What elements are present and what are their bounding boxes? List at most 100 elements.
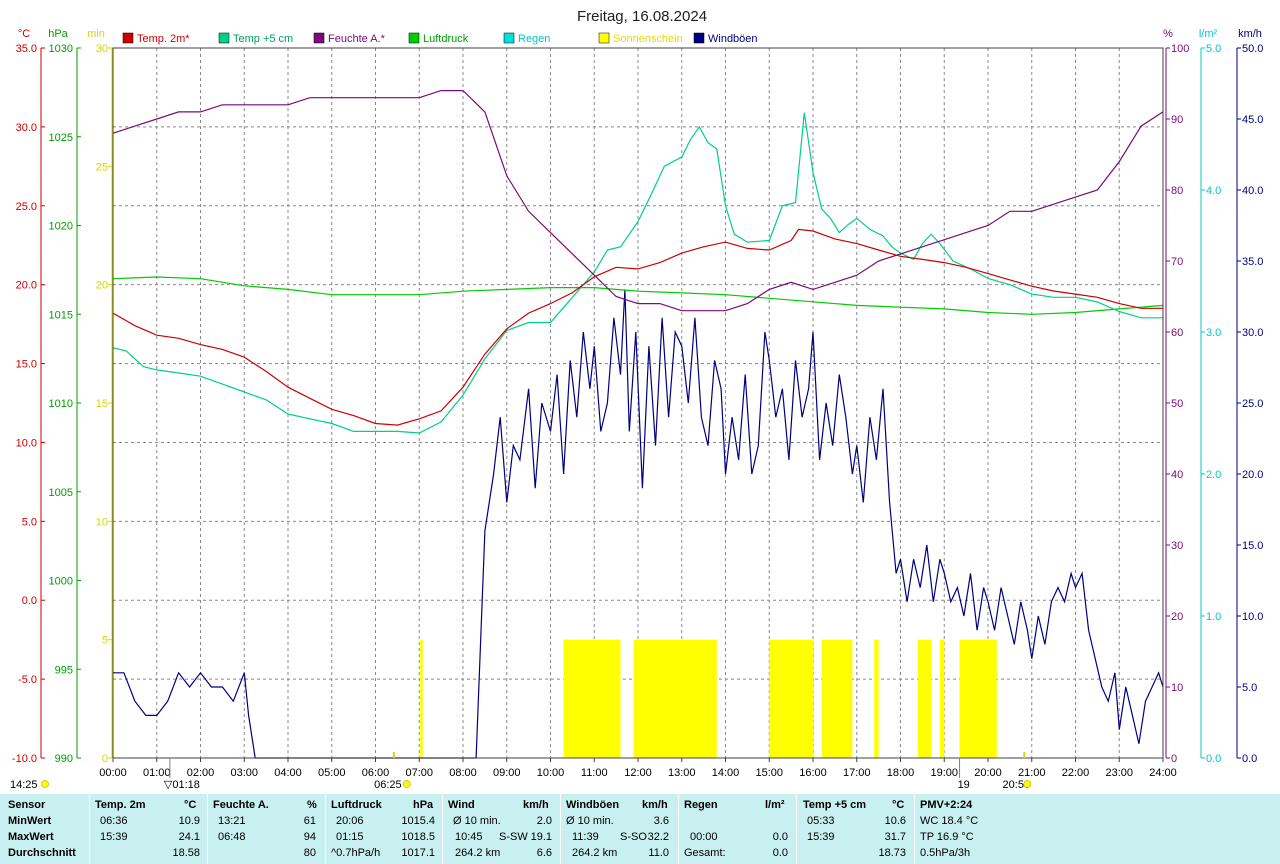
stats-min-row: MinWert 06:36 10.9 13:21 61 20:06 1015.4… <box>0 813 1280 829</box>
min-luftdruck-value: 1015.4 <box>401 815 435 827</box>
sunshine-bar <box>563 639 621 758</box>
pressure-axis-tick-label: 1030 <box>49 43 73 55</box>
temp-axis-tick-label: -10.0 <box>12 753 37 765</box>
wind-axis-tick-label: 5.0 <box>1242 682 1257 694</box>
legend-swatch <box>503 32 515 44</box>
temp-axis-tick-label: 20.0 <box>16 280 37 292</box>
wind-axis-tick-label: 40.0 <box>1242 185 1263 197</box>
x-tick-label: 13:00 <box>668 767 696 779</box>
sunrise-icon <box>402 780 411 788</box>
temp-axis-tick-label: 30.0 <box>16 122 37 134</box>
sunrise-time: 06:25 <box>374 779 402 791</box>
sunshine-axis-tick-label: 5 <box>102 635 108 647</box>
min-label: MinWert <box>8 815 52 827</box>
x-axis: 00:00 01:00 02:00 03:00 04:00 05:00 06:00 07:00… <box>99 758 1177 779</box>
max-pmv: TP 16.9 °C <box>920 831 974 843</box>
legend-swatch <box>313 32 325 44</box>
x-tick-label: 21:00 <box>1018 767 1046 779</box>
avg-windboen-value: 11.0 <box>648 847 669 859</box>
min-feuchte-value: 61 <box>303 815 316 827</box>
wind-axis-tick-label: 45.0 <box>1242 114 1263 126</box>
stats-avg-row: Durchschnitt 18.58 80 ^0.7hPa/h 1017.1 2… <box>0 845 1280 861</box>
wind-axis-tick-label: 0.0 <box>1242 753 1257 765</box>
sunshine-bar <box>874 639 879 758</box>
axis-unit-label: hPa <box>48 28 68 40</box>
x-tick-label: 10:00 <box>537 767 565 779</box>
wind-axis-tick-label: 15.0 <box>1242 540 1263 552</box>
temp-axis-tick-label: 35.0 <box>16 43 37 55</box>
rain-axis-tick-label: 3.0 <box>1206 327 1221 339</box>
x-tick-label: 14:00 <box>712 767 740 779</box>
min-pmv: WC 18.4 °C <box>920 815 979 827</box>
axis-unit-label: km/h <box>1238 28 1262 40</box>
sunshine-axis-tick-label: 10 <box>96 516 108 528</box>
legend-swatch <box>408 32 420 44</box>
humidity-axis-tick-label: 30 <box>1171 540 1183 552</box>
sunshine-bar <box>821 639 853 758</box>
x-tick-label: 06:00 <box>362 767 390 779</box>
windboen-unit: km/h <box>642 799 668 811</box>
rain-axis-tick-label: 5.0 <box>1206 43 1221 55</box>
pressure-axis-tick-label: 1020 <box>49 221 73 233</box>
rain-axis-tick-label: 1.0 <box>1206 611 1221 623</box>
max-windboen-time: 11:39 <box>572 831 599 843</box>
legend-swatch <box>122 32 134 44</box>
avg-temp5cm-value: 18.73 <box>878 847 906 859</box>
sunshine-bar <box>918 639 932 758</box>
wind-unit: km/h <box>523 799 549 811</box>
avg-luftdruck-trend: ^0.7hPa/h <box>331 847 381 859</box>
max-wind-value: 19.1 <box>530 831 552 843</box>
legend-label: Sonnenschein <box>613 33 683 45</box>
avg-feuchte-value: 80 <box>303 847 316 859</box>
wind-axis-tick-label: 25.0 <box>1242 398 1263 410</box>
pressure-axis-tick-label: 1025 <box>49 132 73 144</box>
max-regen-value: 0.0 <box>772 831 788 843</box>
x-tick-label: 11:00 <box>581 767 608 779</box>
legend-label: Temp. 2m* <box>137 33 190 45</box>
stats-table: Sensor Temp. 2m °C Feuchte A. % Luftdruc… <box>0 794 1280 864</box>
wind-axis-tick-label: 10.0 <box>1242 611 1263 623</box>
humidity-axis-tick-label: 80 <box>1171 185 1183 197</box>
wind-axis-tick-label: 20.0 <box>1242 469 1263 481</box>
avg-wind-distance: 264.2 km <box>455 847 501 859</box>
max-temp2m-value: 24.1 <box>178 831 200 843</box>
x-tick-label: 01:00 <box>143 767 171 779</box>
marker-min-time: ▽01:18 <box>164 779 200 791</box>
x-tick-label: 18:00 <box>887 767 915 779</box>
temp-axis-tick-label: 0.0 <box>22 595 37 607</box>
x-tick-label: 24:00 <box>1149 767 1177 779</box>
sunshine-axis-tick-label: 20 <box>96 280 108 292</box>
sensor-header: Sensor <box>8 799 46 811</box>
min-temp2m-time: 06:36 <box>100 815 128 827</box>
temp-axis-tick-label: 10.0 <box>16 437 37 449</box>
wind-axis-tick-label: 50.0 <box>1242 43 1263 55</box>
pressure-axis-tick-label: 995 <box>55 664 73 676</box>
wind-axis-tick-label: 30.0 <box>1242 327 1263 339</box>
sunshine-axis-tick-label: 25 <box>96 161 108 173</box>
x-tick-label: 12:00 <box>624 767 652 779</box>
axis-unit-label: min <box>87 28 105 40</box>
regen-unit: l/m² <box>765 799 785 811</box>
min-temp5cm-value: 10.6 <box>884 815 906 827</box>
humidity-axis-tick-label: 50 <box>1171 398 1183 410</box>
max-luftdruck-time: 01:15 <box>336 831 364 843</box>
x-tick-label: 08:00 <box>449 767 477 779</box>
max-windboen-value: 32.2 <box>647 831 669 843</box>
avg-temp2m-value: 18.58 <box>172 847 200 859</box>
max-label: MaxWert <box>8 831 54 843</box>
min-temp2m-value: 10.9 <box>178 815 200 827</box>
avg-regen-label: Gesamt: <box>684 847 726 859</box>
sun-icon <box>41 780 49 788</box>
humidity-axis-tick-label: 0 <box>1171 753 1177 765</box>
min-feuchte-time: 13:21 <box>218 815 246 827</box>
sunshine-bar <box>769 639 813 758</box>
temp2m-header: Temp. 2m <box>95 799 146 811</box>
min-wind-label: Ø 10 min. <box>453 815 501 827</box>
humidity-axis-tick-label: 90 <box>1171 114 1183 126</box>
x-tick-label: 04:00 <box>274 767 302 779</box>
sunshine-bar <box>633 639 717 758</box>
humidity-axis-tick-label: 10 <box>1171 682 1183 694</box>
legend: Temp. 2m* Temp +5 cm Feuchte A.* Luftdruck R… <box>122 32 758 45</box>
pressure-axis-tick-label: 1000 <box>49 576 73 588</box>
axis-unit-label: % <box>1163 28 1173 40</box>
